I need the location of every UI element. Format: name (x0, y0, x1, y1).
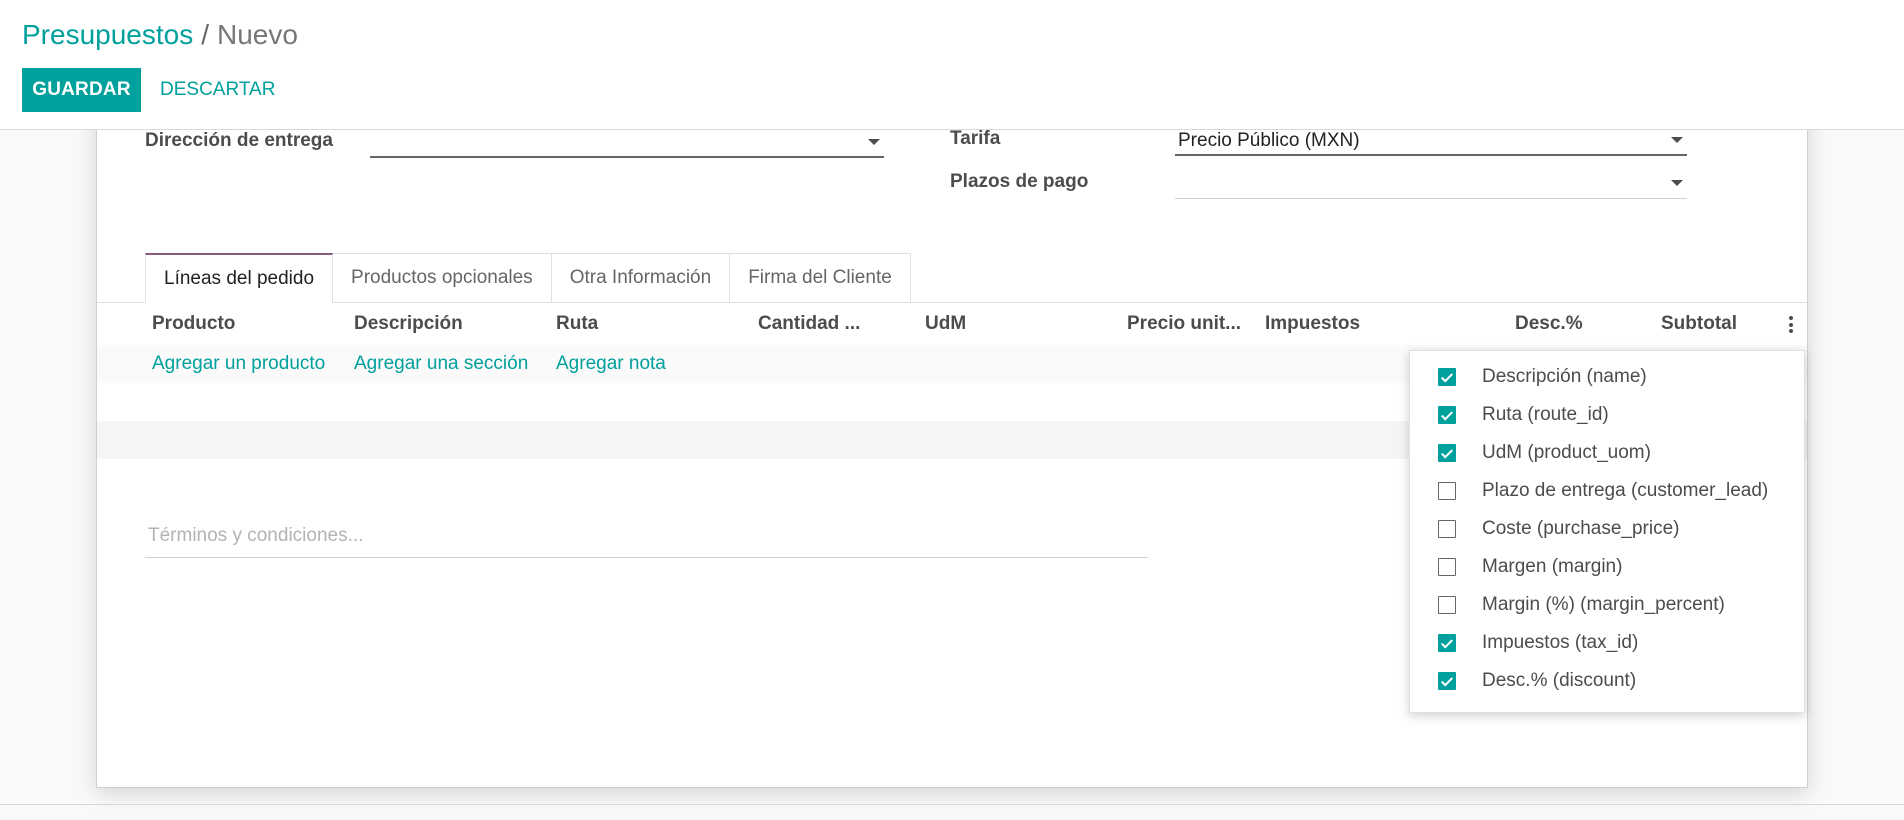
optional-columns-dropdown: Descripción (name) Ruta (route_id) UdM (… (1409, 350, 1805, 713)
notebook-tabs: Líneas del pedido Productos opcionales O… (145, 253, 911, 303)
optional-column-margin-percent[interactable]: Margin (%) (margin_percent) (1410, 586, 1804, 624)
payment-terms-label: Plazos de pago (950, 171, 1089, 192)
tab-other-info[interactable]: Otra Información (550, 253, 731, 303)
column-header-product[interactable]: Producto (152, 303, 235, 345)
optional-column-customer-lead[interactable]: Plazo de entrega (customer_lead) (1410, 472, 1804, 510)
optional-column-discount[interactable]: Desc.% (discount) (1410, 662, 1804, 700)
optional-column-description[interactable]: Descripción (name) (1410, 358, 1804, 396)
column-header-route[interactable]: Ruta (556, 303, 598, 345)
optional-column-label: Desc.% (discount) (1482, 670, 1637, 691)
breadcrumb-current: Nuevo (217, 19, 298, 50)
optional-column-label: Coste (purchase_price) (1482, 518, 1680, 539)
tab-customer-signature[interactable]: Firma del Cliente (729, 253, 911, 303)
optional-column-route[interactable]: Ruta (route_id) (1410, 396, 1804, 434)
checkbox-unchecked[interactable] (1438, 520, 1456, 538)
optional-column-label: Descripción (name) (1482, 366, 1647, 387)
optional-columns-toggle-icon[interactable] (1789, 316, 1793, 333)
optional-column-taxes[interactable]: Impuestos (tax_id) (1410, 624, 1804, 662)
delivery-address-label: Dirección de entrega (145, 130, 333, 151)
column-header-quantity[interactable]: Cantidad ... (758, 303, 860, 345)
optional-column-label: Plazo de entrega (customer_lead) (1482, 480, 1769, 501)
column-header-description[interactable]: Descripción (354, 303, 463, 345)
column-header-discount[interactable]: Desc.% (1515, 303, 1583, 345)
payment-terms-field[interactable] (1175, 169, 1687, 199)
page-bottom-divider (0, 804, 1904, 805)
chevron-down-icon[interactable] (1671, 180, 1683, 186)
optional-column-label: Impuestos (tax_id) (1482, 632, 1639, 653)
optional-column-label: Ruta (route_id) (1482, 404, 1609, 425)
order-lines-header: Producto Descripción Ruta Cantidad ... U… (97, 303, 1807, 346)
optional-column-uom[interactable]: UdM (product_uom) (1410, 434, 1804, 472)
breadcrumb-link-quotations[interactable]: Presupuestos (22, 19, 193, 50)
checkbox-unchecked[interactable] (1438, 596, 1456, 614)
column-header-taxes[interactable]: Impuestos (1265, 303, 1360, 345)
checkbox-unchecked[interactable] (1438, 558, 1456, 576)
delivery-address-field[interactable] (370, 128, 884, 158)
checkbox-checked[interactable] (1438, 368, 1456, 386)
breadcrumb: Presupuestos / Nuevo (22, 18, 298, 52)
terms-conditions-input[interactable]: Términos y condiciones... (145, 515, 1148, 558)
optional-column-label: Margen (margin) (1482, 556, 1623, 577)
pricelist-label: Tarifa (950, 128, 1001, 149)
add-note-link[interactable]: Agregar nota (556, 345, 666, 383)
optional-column-label: UdM (product_uom) (1482, 442, 1651, 463)
checkbox-checked[interactable] (1438, 672, 1456, 690)
breadcrumb-separator: / (201, 19, 209, 50)
save-button[interactable]: GUARDAR (22, 68, 141, 112)
add-section-link[interactable]: Agregar una sección (354, 345, 528, 383)
optional-column-margin[interactable]: Margen (margin) (1410, 548, 1804, 586)
optional-column-label: Margin (%) (margin_percent) (1482, 594, 1725, 615)
column-header-unit-price[interactable]: Precio unit... (1127, 303, 1241, 345)
optional-column-purchase-price[interactable]: Coste (purchase_price) (1410, 510, 1804, 548)
pricelist-field[interactable]: Precio Público (MXN) (1175, 126, 1687, 156)
chevron-down-icon[interactable] (1671, 137, 1683, 143)
control-panel: Presupuestos / Nuevo GUARDAR DESCARTAR (0, 0, 1904, 130)
column-header-subtotal[interactable]: Subtotal (1661, 303, 1737, 345)
column-header-uom[interactable]: UdM (925, 303, 966, 345)
checkbox-checked[interactable] (1438, 444, 1456, 462)
pricelist-value: Precio Público (MXN) (1178, 130, 1360, 151)
checkbox-checked[interactable] (1438, 634, 1456, 652)
chevron-down-icon[interactable] (868, 139, 880, 145)
tab-optional-products[interactable]: Productos opcionales (332, 253, 552, 303)
checkbox-unchecked[interactable] (1438, 482, 1456, 500)
add-product-link[interactable]: Agregar un producto (152, 345, 325, 383)
discard-button[interactable]: DESCARTAR (160, 68, 275, 112)
checkbox-checked[interactable] (1438, 406, 1456, 424)
tab-order-lines[interactable]: Líneas del pedido (145, 253, 334, 303)
